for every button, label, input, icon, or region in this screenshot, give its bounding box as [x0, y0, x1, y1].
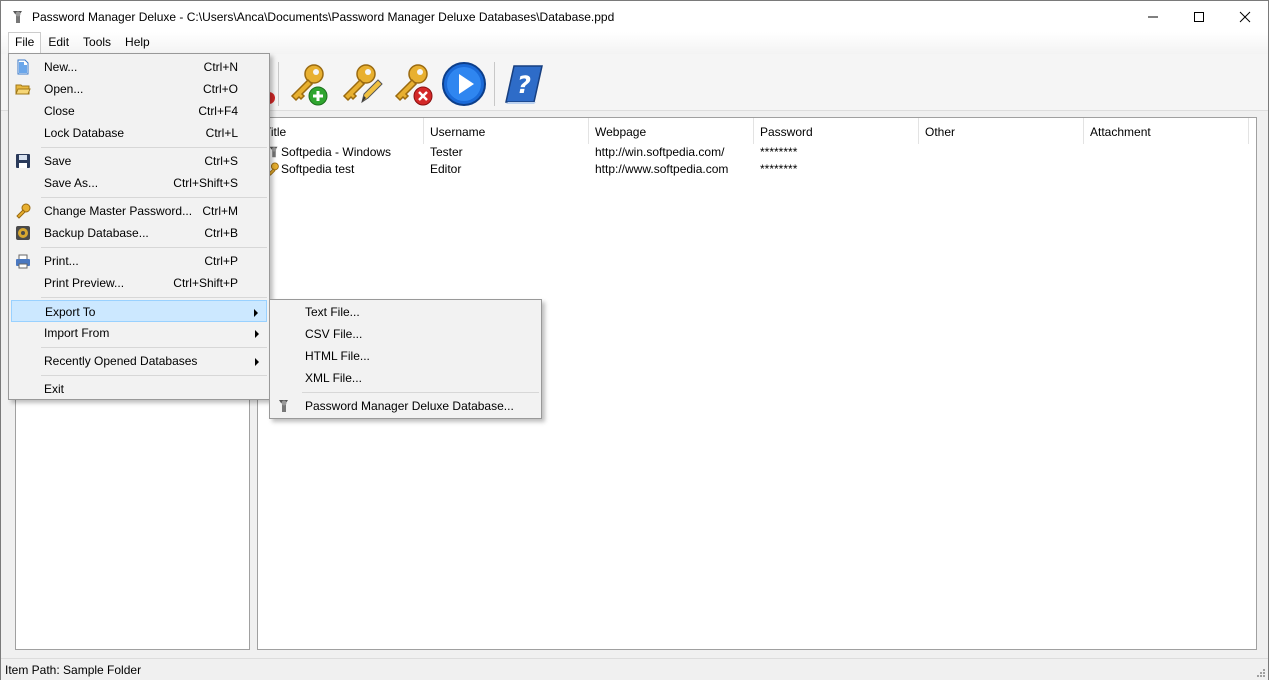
column-header: Title Username Webpage Password Other At…: [258, 118, 1256, 144]
cell-title: Softpedia - Windows: [281, 145, 392, 159]
main-window: Password Manager Deluxe - C:\Users\Anca\…: [0, 0, 1269, 680]
svg-text:?: ?: [517, 71, 531, 99]
menu-item-exit[interactable]: Exit: [11, 378, 267, 400]
menu-item-save[interactable]: Save Ctrl+S: [11, 150, 267, 172]
help-button[interactable]: ?: [500, 60, 548, 108]
menu-separator: [41, 147, 267, 148]
menu-item-new[interactable]: New... Ctrl+N: [11, 56, 267, 78]
edit-entry-button[interactable]: [336, 60, 384, 108]
backup-icon: [15, 225, 31, 241]
export-pmd-database[interactable]: Password Manager Deluxe Database...: [272, 395, 539, 417]
delete-entry-button[interactable]: [388, 60, 436, 108]
export-csv-file[interactable]: CSV File...: [272, 323, 539, 345]
menu-bar: File Edit Tools Help: [1, 32, 1268, 54]
toolbar-separator: [278, 62, 279, 106]
help-book-icon: ?: [505, 65, 543, 104]
menu-separator: [302, 392, 539, 393]
window-title: Password Manager Deluxe - C:\Users\Anca\…: [32, 9, 615, 24]
submenu-arrow-icon: [255, 358, 259, 366]
menu-separator: [41, 375, 267, 376]
cell-webpage: http://www.softpedia.com: [595, 162, 729, 176]
export-text-file[interactable]: Text File...: [272, 301, 539, 323]
menu-separator: [41, 297, 267, 298]
title-bar[interactable]: Password Manager Deluxe - C:\Users\Anca\…: [1, 1, 1268, 32]
cell-username: Editor: [430, 162, 462, 176]
menu-help[interactable]: Help: [118, 32, 157, 54]
column-title[interactable]: Title: [258, 118, 424, 144]
open-folder-icon: [15, 81, 31, 97]
toolbar-separator: [494, 62, 495, 106]
menu-edit[interactable]: Edit: [41, 32, 76, 54]
new-file-icon: [15, 59, 31, 75]
menu-item-print-preview[interactable]: Print Preview... Ctrl+Shift+P: [11, 272, 267, 294]
export-html-file[interactable]: HTML File...: [272, 345, 539, 367]
floppy-disk-icon: [15, 153, 31, 169]
export-xml-file[interactable]: XML File...: [272, 367, 539, 389]
cell-webpage: http://win.softpedia.com/: [595, 145, 725, 159]
submenu-arrow-icon: [254, 309, 258, 317]
menu-item-lock-database[interactable]: Lock Database Ctrl+L: [11, 122, 267, 144]
menu-item-open[interactable]: Open... Ctrl+O: [11, 78, 267, 100]
menu-item-import-from[interactable]: Import From: [11, 322, 267, 344]
add-key-icon: [290, 64, 328, 106]
menu-file[interactable]: File: [8, 32, 42, 54]
delete-key-icon: [394, 64, 433, 106]
menu-item-backup-database[interactable]: Backup Database... Ctrl+B: [11, 222, 267, 244]
file-menu: New... Ctrl+N Open... Ctrl+O Close Ctrl+…: [8, 53, 270, 400]
submenu-arrow-icon: [255, 330, 259, 338]
menu-item-recently-opened-databases[interactable]: Recently Opened Databases: [11, 350, 267, 372]
status-text: Item Path: Sample Folder: [5, 663, 142, 677]
menu-item-close[interactable]: Close Ctrl+F4: [11, 100, 267, 122]
menu-tools[interactable]: Tools: [76, 32, 118, 54]
close-icon: [1239, 11, 1251, 22]
menu-item-print[interactable]: Print... Ctrl+P: [11, 250, 267, 272]
play-icon: [442, 62, 486, 106]
status-bar: Item Path: Sample Folder: [1, 658, 1268, 680]
cell-password: ********: [760, 162, 798, 176]
menu-item-change-master-password[interactable]: Change Master Password... Ctrl+M: [11, 200, 267, 222]
key-icon: [15, 203, 31, 219]
column-webpage[interactable]: Webpage: [589, 118, 754, 144]
minimize-button[interactable]: [1130, 1, 1176, 32]
maximize-icon: [1194, 11, 1204, 22]
app-icon: [276, 398, 292, 414]
resize-grip-icon[interactable]: [1255, 667, 1265, 677]
column-username[interactable]: Username: [424, 118, 589, 144]
menu-item-export-to[interactable]: Export To: [11, 300, 267, 322]
column-other[interactable]: Other: [919, 118, 1084, 144]
export-submenu: Text File... CSV File... HTML File... XM…: [269, 299, 542, 419]
cell-password: ********: [760, 145, 798, 159]
menu-separator: [41, 197, 267, 198]
table-row[interactable]: Softpedia - Windows Tester http://win.so…: [258, 144, 1256, 161]
minimize-icon: [1148, 16, 1158, 17]
column-password[interactable]: Password: [754, 118, 919, 144]
edit-key-icon: [342, 64, 383, 104]
add-entry-button[interactable]: [284, 60, 332, 108]
cell-username: Tester: [430, 145, 463, 159]
close-button[interactable]: [1222, 1, 1268, 32]
cell-title: Softpedia test: [281, 162, 355, 176]
column-attachment[interactable]: Attachment: [1084, 118, 1249, 144]
menu-item-save-as[interactable]: Save As... Ctrl+Shift+S: [11, 172, 267, 194]
app-icon: [10, 9, 26, 25]
open-webpage-button[interactable]: [440, 60, 488, 108]
menu-separator: [41, 347, 267, 348]
maximize-button[interactable]: [1176, 1, 1222, 32]
printer-icon: [15, 253, 31, 269]
menu-separator: [41, 247, 267, 248]
table-row[interactable]: Softpedia test Editor http://www.softped…: [258, 161, 1256, 178]
